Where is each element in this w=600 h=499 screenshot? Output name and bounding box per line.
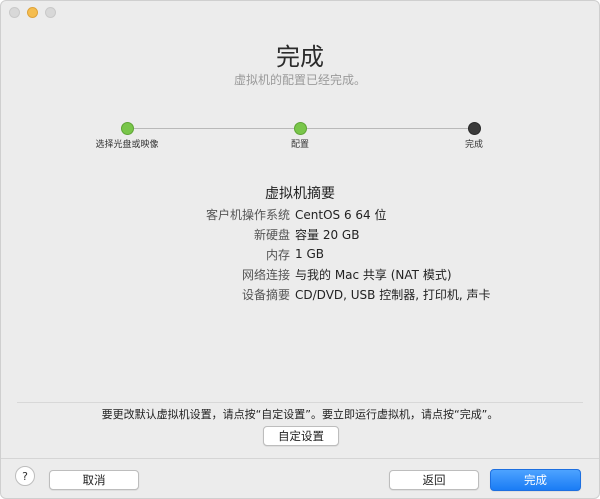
step-connector (307, 128, 468, 129)
zoom-window-button[interactable] (45, 7, 56, 18)
footer-divider (1, 458, 599, 459)
finish-button[interactable]: 完成 (490, 469, 581, 491)
help-button[interactable]: ? (15, 466, 35, 486)
step-1-label: 选择光盘或映像 (95, 140, 159, 150)
progress-stepper: 选择光盘或映像 配置 完成 (1, 119, 599, 159)
page-title: 完成 (276, 43, 324, 71)
assistant-window: 完成 虚拟机的配置已经完成。 选择光盘或映像 配置 完成 虚拟机摘要 客户机操作… (0, 0, 600, 499)
summary-key: 客户机操作系统 (205, 207, 290, 222)
step-2-done-indicator (294, 122, 307, 135)
summary-row-memory: 内存 1 GB (1, 244, 599, 264)
step-2-label: 配置 (290, 140, 310, 150)
question-icon: ? (22, 469, 28, 483)
summary-row-devices: 设备摘要 CD/DVD, USB 控制器, 打印机, 声卡 (1, 284, 599, 304)
close-window-button[interactable] (9, 7, 20, 18)
section-divider (17, 402, 583, 403)
page-subtitle: 虚拟机的配置已经完成。 (233, 73, 366, 87)
summary-row-guest-os: 客户机操作系统 CentOS 6 64 位 (1, 204, 599, 224)
summary-key: 内存 (265, 247, 290, 262)
step-3-current-indicator (468, 122, 481, 135)
summary-title: 虚拟机摘要 (265, 186, 335, 202)
summary-key: 新硬盘 (253, 227, 290, 242)
summary-value: 与我的 Mac 共享 (NAT 模式) (295, 267, 452, 282)
customize-hint: 要更改默认虚拟机设置，请点按“自定设置”。要立即运行虚拟机，请点按“完成”。 (101, 408, 499, 421)
step-1-done-indicator (121, 122, 134, 135)
summary-value: 容量 20 GB (295, 227, 360, 242)
back-button[interactable]: 返回 (389, 470, 479, 490)
summary-value: CD/DVD, USB 控制器, 打印机, 声卡 (295, 287, 491, 302)
summary-value: CentOS 6 64 位 (295, 207, 387, 222)
summary-key: 网络连接 (241, 267, 290, 282)
summary-row-disk: 新硬盘 容量 20 GB (1, 224, 599, 244)
cancel-button[interactable]: 取消 (49, 470, 139, 490)
customize-settings-button[interactable]: 自定设置 (263, 426, 339, 446)
summary-value: 1 GB (295, 247, 324, 261)
minimize-window-button[interactable] (27, 7, 38, 18)
window-controls (9, 7, 56, 18)
step-3-label: 完成 (464, 140, 484, 150)
summary-key: 设备摘要 (241, 287, 290, 302)
summary-row-network: 网络连接 与我的 Mac 共享 (NAT 模式) (1, 264, 599, 284)
step-connector (134, 128, 294, 129)
summary-table: 客户机操作系统 CentOS 6 64 位 新硬盘 容量 20 GB 内存 1 … (1, 204, 599, 304)
